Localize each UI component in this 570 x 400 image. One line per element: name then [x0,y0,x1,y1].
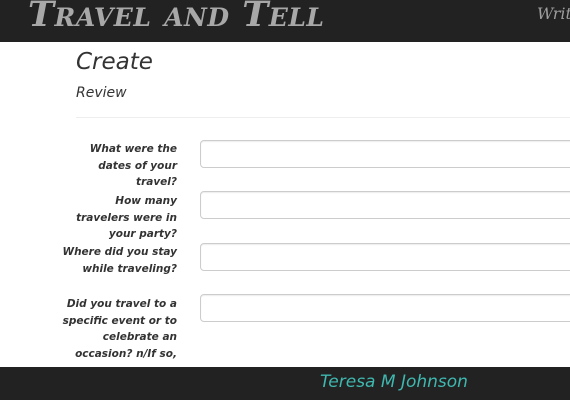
page-subtitle: Review [76,85,127,101]
page-title: Create [76,49,153,75]
divider [76,117,570,118]
page: Travel and Tell Write Create Review What… [0,0,570,400]
lodging-input[interactable] [200,243,570,271]
travelers-count-input[interactable] [200,191,570,219]
travel-dates-input[interactable] [200,140,570,168]
brand-logo-link[interactable]: Travel and Tell [28,0,324,33]
travelers-count-label: How many travelers were in your party? [76,195,177,240]
special-event-input[interactable] [200,294,570,322]
special-event-label: Did you travel to a specific event or to… [62,298,177,360]
main-content: Create Review What were the dates of you… [0,42,570,367]
travel-dates-label: What were the dates of your travel? [89,143,177,188]
footer: Teresa M Johnson [0,367,570,400]
footer-author: Teresa M Johnson [320,372,468,392]
nav-link-write[interactable]: Write [537,4,570,24]
lodging-label: Where did you stay while traveling? [62,246,178,275]
top-navbar: Travel and Tell Write [0,0,570,42]
